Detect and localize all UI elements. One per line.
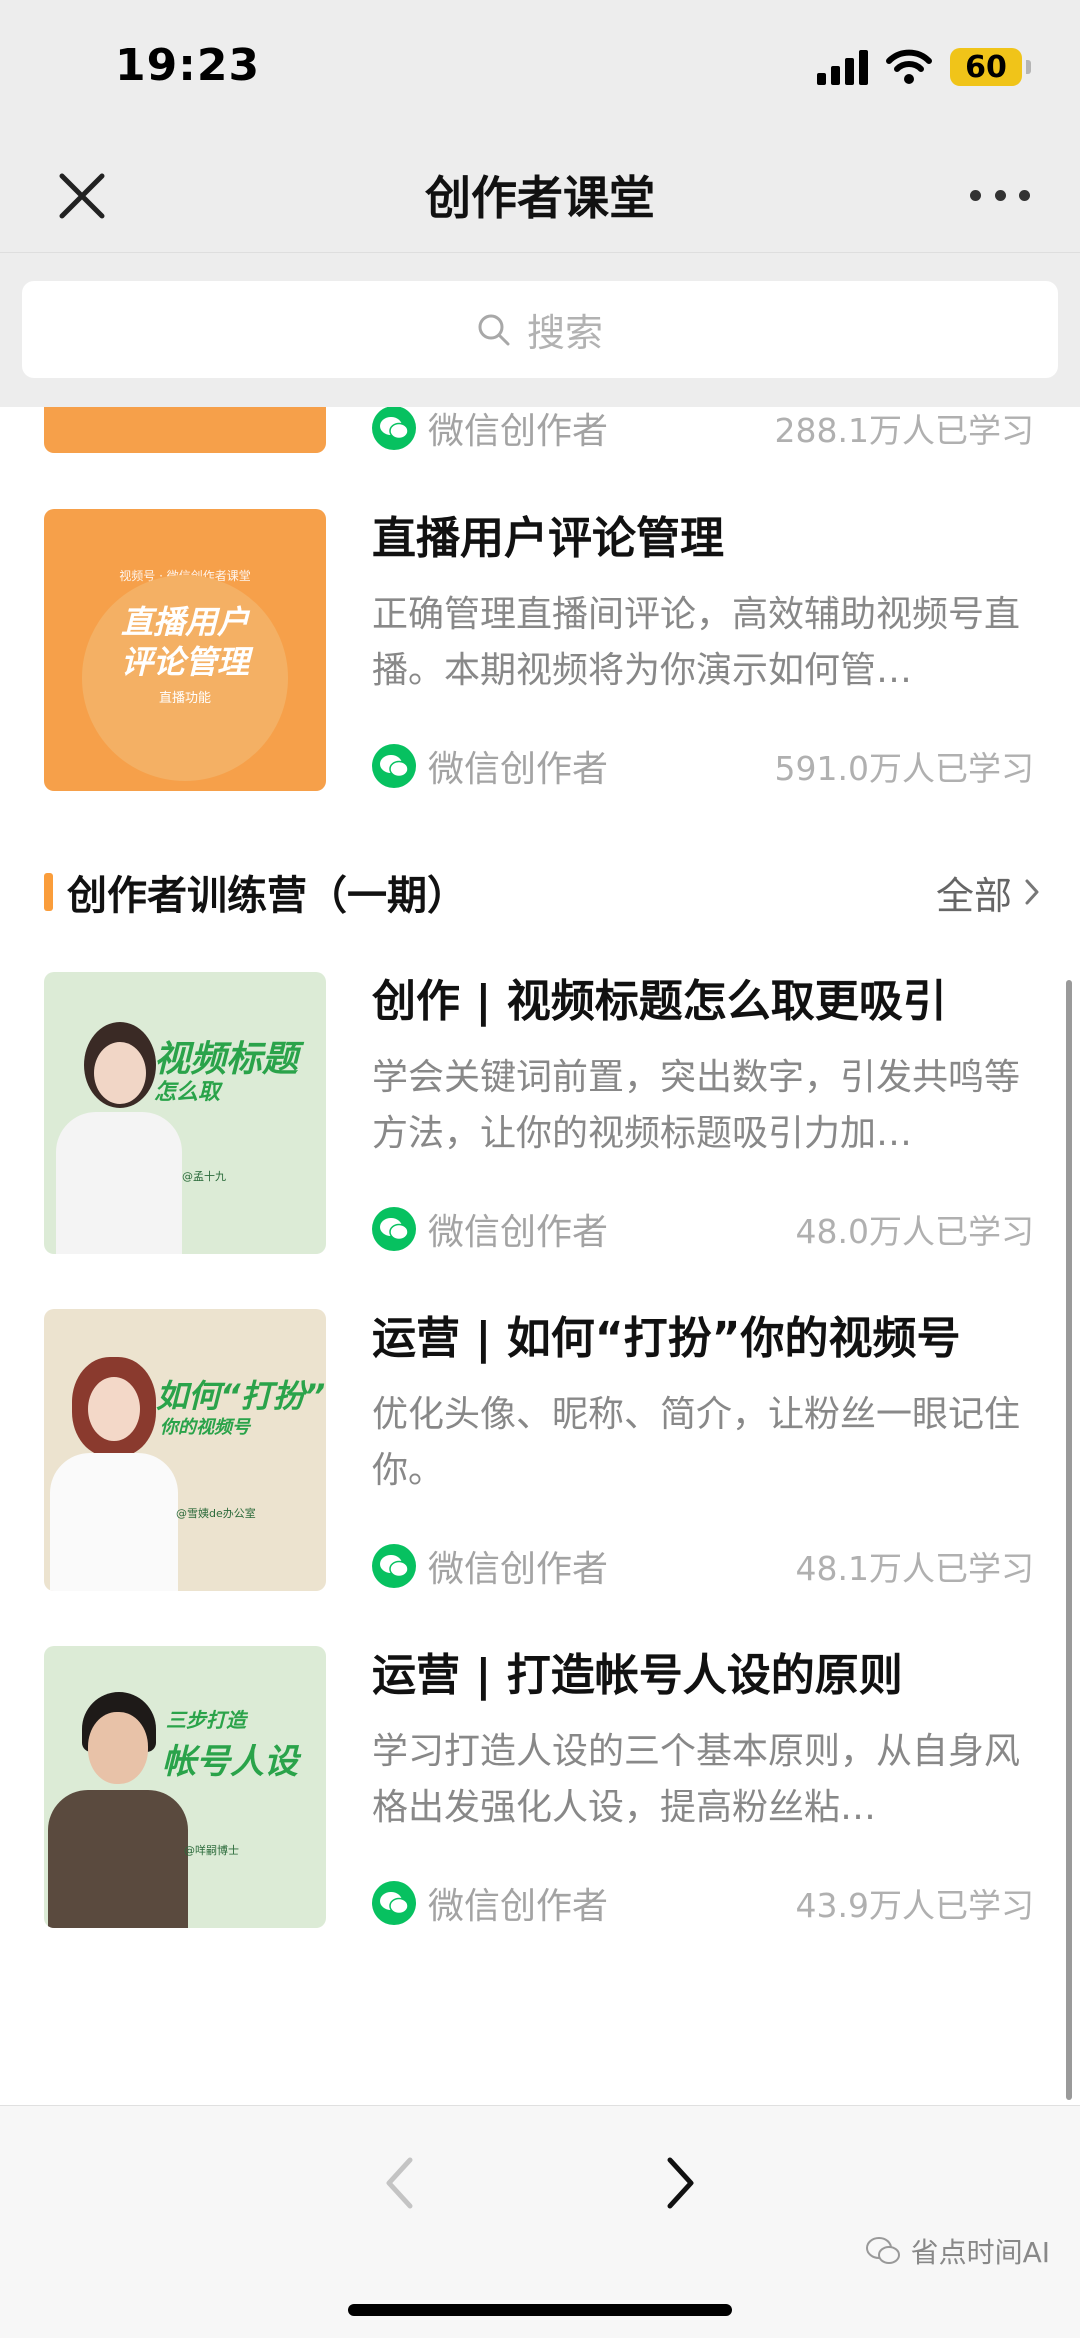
back-arrow-icon[interactable] — [375, 2148, 425, 2218]
thumb-tag: 直播功能 — [158, 691, 211, 706]
list-item[interactable]: 视频标题 怎么取 @孟十九 创作 | 视频标题怎么取更吸引 学会关键词前置，突出… — [0, 972, 1080, 1254]
list-item[interactable]: 三步打造 帐号人设 @咩嗣博士 运营 | 打造帐号人设的原则 学习打造人设的三个… — [0, 1646, 1080, 1928]
source-name: 微信创作者 — [428, 411, 609, 452]
list-item[interactable]: 微信创作者 288.1万人已学习 — [0, 407, 1080, 453]
battery-indicator: 60 — [950, 48, 1031, 86]
status-icons: 60 — [817, 48, 1031, 86]
source-name: 微信创作者 — [428, 1886, 609, 1927]
learner-count: 288.1万人已学习 — [774, 411, 1034, 450]
section-header: 创作者训练营（一期） 全部 — [44, 857, 1040, 927]
home-indicator — [348, 2304, 732, 2316]
wechat-icon — [865, 2237, 900, 2264]
search-placeholder: 搜索 — [526, 311, 603, 355]
thumb-title-2: 怎么取 — [154, 1080, 221, 1105]
source-name: 微信创作者 — [428, 1212, 609, 1253]
course-title: 直播用户评论管理 — [372, 513, 724, 564]
item-meta: 微信创作者 591.0万人已学习 — [372, 741, 1034, 791]
status-time: 19:23 — [115, 40, 261, 91]
content-list: 微信创作者 288.1万人已学习 视频号 · 微信创作者课堂 直播用户 评论管理… — [0, 407, 1080, 2105]
course-desc: 正确管理直播间评论，高效辅助视频号直播。本期视频将为你演示如何管… — [372, 594, 1021, 691]
section-accent-bar — [44, 873, 53, 911]
course-thumbnail: 视频号 · 微信创作者课堂 直播用户 评论管理 直播功能 — [44, 509, 326, 791]
source-name: 微信创作者 — [428, 1549, 609, 1590]
course-thumbnail: 三步打造 帐号人设 @咩嗣博士 — [44, 1646, 326, 1928]
watermark: 省点时间AI — [865, 2231, 1050, 2271]
thumb-title-1: 如何“打扮” — [156, 1377, 326, 1415]
page-title: 创作者课堂 — [425, 171, 655, 225]
thumb-tag: @孟十九 — [182, 1170, 226, 1183]
list-item[interactable]: 视频号 · 微信创作者课堂 直播用户 评论管理 直播功能 直播用户评论管理 正确… — [0, 509, 1080, 791]
thumb-title-1: 三步打造 — [166, 1708, 246, 1732]
item-meta: 微信创作者 48.1万人已学习 — [372, 1541, 1034, 1591]
scrollbar[interactable] — [1066, 980, 1072, 2100]
wifi-icon — [886, 49, 932, 84]
list-item[interactable]: 如何“打扮” 你的视频号 @雪姨de办公室 运营 | 如何“打扮”你的视频号 优… — [0, 1309, 1080, 1591]
learner-count: 48.0万人已学习 — [795, 1212, 1034, 1251]
course-desc: 学习打造人设的三个基本原则，从自身风格出发强化人设，提高粉丝粘… — [372, 1731, 1021, 1828]
nav-bar: 创作者课堂 — [0, 140, 1080, 252]
view-all-label: 全部 — [935, 873, 1012, 918]
status-bar: 19:23 60 — [0, 0, 1080, 140]
wechat-icon — [372, 1881, 416, 1925]
course-thumbnail — [44, 407, 326, 453]
course-desc: 学会关键词前置，突出数字，引发共鸣等方法，让你的视频标题吸引力加… — [372, 1057, 1021, 1154]
item-meta: 微信创作者 48.0万人已学习 — [372, 1204, 1034, 1254]
bottom-toolbar: 省点时间AI — [0, 2105, 1080, 2338]
more-icon[interactable] — [970, 180, 1030, 210]
wechat-icon — [372, 1544, 416, 1588]
chevron-right-icon — [1025, 879, 1039, 905]
forward-arrow-icon[interactable] — [655, 2148, 705, 2218]
thumb-tag: @咩嗣博士 — [184, 1844, 239, 1857]
source-name: 微信创作者 — [428, 749, 609, 790]
thumb-title-2: 评论管理 — [120, 643, 249, 681]
search-input[interactable]: 搜索 — [22, 281, 1058, 378]
course-title: 运营 | 打造帐号人设的原则 — [372, 1650, 903, 1701]
wechat-icon — [372, 744, 416, 788]
thumb-title-2: 你的视频号 — [160, 1417, 250, 1438]
thumb-title-2: 帐号人设 — [162, 1742, 298, 1782]
course-title: 运营 | 如何“打扮”你的视频号 — [372, 1313, 961, 1364]
section-title: 创作者训练营（一期） — [67, 873, 467, 919]
view-all-link[interactable]: 全部 — [936, 865, 1040, 920]
wechat-icon — [372, 1207, 416, 1251]
signal-icon — [817, 49, 868, 85]
learner-count: 591.0万人已学习 — [774, 749, 1034, 788]
course-desc: 优化头像、昵称、简介，让粉丝一眼记住你。 — [372, 1394, 1021, 1491]
watermark-text: 省点时间AI — [910, 2236, 1050, 2269]
search-icon — [478, 314, 510, 345]
thumb-tag: @雪姨de办公室 — [176, 1507, 256, 1520]
search-area: 搜索 — [0, 252, 1080, 408]
learner-count: 48.1万人已学习 — [795, 1549, 1034, 1588]
learner-count: 43.9万人已学习 — [795, 1886, 1034, 1925]
item-meta: 微信创作者 43.9万人已学习 — [372, 1878, 1034, 1928]
course-title: 创作 | 视频标题怎么取更吸引 — [372, 976, 947, 1027]
wechat-icon — [372, 407, 416, 450]
item-meta: 微信创作者 288.1万人已学习 — [372, 407, 1034, 453]
course-thumbnail: 如何“打扮” 你的视频号 @雪姨de办公室 — [44, 1309, 326, 1591]
course-thumbnail: 视频标题 怎么取 @孟十九 — [44, 972, 326, 1254]
